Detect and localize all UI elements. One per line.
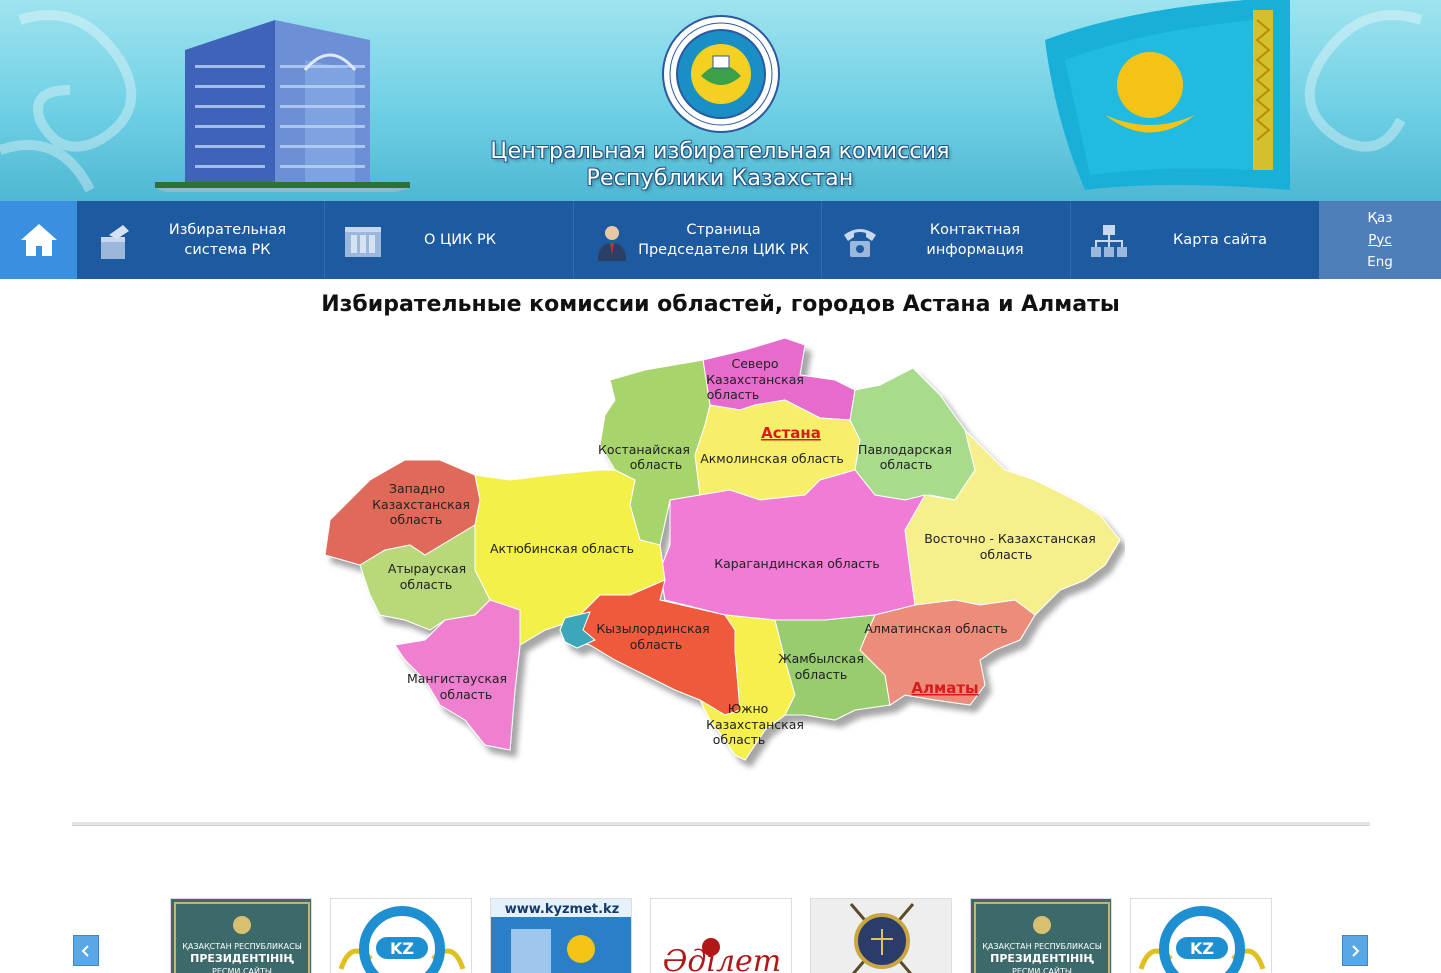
label-aktobe[interactable]: Актюбинская область [490,541,634,556]
label-astana[interactable]: Астана [761,424,821,442]
label-east-kaz[interactable]: область [980,547,1033,562]
label-akmola[interactable]: Акмолинская область [700,451,844,466]
banner-line: ПРЕЗИДЕНТІНІҢ [990,952,1094,965]
kazakhstan-regions-map: Северо Казахстанская область Астана Акмо… [324,337,1121,761]
president-site-banner-2[interactable]: ҚАЗАҚСТАН РЕСПУБЛИКАСЫ ПРЕЗИДЕНТІНІҢ РЕС… [970,898,1112,973]
nav-item-label: Избирательная система РК [168,222,287,258]
carousel-prev-button[interactable] [73,935,99,966]
banner-line: ПРЕЗИДЕНТІНІҢ [190,952,294,965]
label-zhambyl[interactable]: область [795,667,848,682]
label-almaty[interactable]: Алматы [911,679,978,697]
nav-item-label: О ЦИК РК [423,232,497,248]
home-button[interactable] [0,201,77,279]
header-title-line2: Республики Казахстан [586,166,854,191]
label-south-kaz[interactable]: Южно [728,701,769,716]
egov-banner[interactable]: KZ [330,898,472,973]
label-kostanay[interactable]: область [630,457,683,472]
label-north-kaz[interactable]: область [707,387,760,402]
nav-item-sitemap[interactable]: Карта сайта [1071,201,1319,279]
nav-item-chairman-page[interactable]: Страница Председателя ЦИК РК [574,201,822,279]
label-west-kaz[interactable]: область [390,512,443,527]
ballot-box-icon [101,225,129,259]
banner-line: РЕСМИ САЙТЫ [212,965,272,973]
label-almaty-region[interactable]: Алматинская область [864,621,1007,636]
main-nav: Избирательная система РК О ЦИК РК Страни… [0,201,1441,279]
label-east-kaz[interactable]: Восточно - Казахстанская [924,531,1096,546]
label-kyzylorda[interactable]: Кызылординская [596,621,709,636]
nav-item-label: Страница Председателя ЦИК РК [638,222,809,258]
lang-eng[interactable]: Eng [1367,253,1393,272]
label-atyrau[interactable]: Атырауская [388,561,466,576]
label-south-kaz[interactable]: Казахстанская [706,717,804,732]
chevron-left-icon [81,944,89,957]
nav-item-about-cec[interactable]: О ЦИК РК [325,201,574,279]
page-title: Избирательные комиссии областей, городов… [321,292,1120,317]
label-north-kaz[interactable]: Казахстанская [706,372,804,387]
justice-emblem-icon [849,903,915,973]
label-kostanay[interactable]: Костанайская [598,442,690,457]
label-pavlodar[interactable]: Павлодарская [858,442,952,457]
kazakhstan-flag-icon [1045,0,1290,190]
header-banner: Центральная избирательная комиссия Респу… [0,0,1441,201]
banner-line: ҚАЗАҚСТАН РЕСПУБЛИКАСЫ [982,942,1102,951]
label-west-kaz[interactable]: Казахстанская [372,497,470,512]
banner-line: ҚАЗАҚСТАН РЕСПУБЛИКАСЫ [182,942,302,951]
partner-links-carousel: ҚАЗАҚСТАН РЕСПУБЛИКАСЫ ПРЕЗИДЕНТІНІҢ РЕС… [170,898,1272,973]
ornament-right-icon [1304,10,1423,152]
adilet-banner[interactable]: Әділет [650,898,792,973]
label-karaganda[interactable]: Карагандинская область [714,556,880,571]
kyzmet-label: www.kyzmet.kz [505,902,620,917]
phone-icon [844,229,876,257]
chevron-right-icon [1352,944,1360,957]
label-north-kaz[interactable]: Северо [731,356,778,371]
section-divider [72,822,1370,826]
justice-emblem-banner[interactable] [810,898,952,973]
label-pavlodar[interactable]: область [880,457,933,472]
cec-building-icon [155,20,410,192]
ornament-left-icon [0,10,137,193]
label-kyzylorda[interactable]: область [630,637,683,652]
nav-item-contacts[interactable]: Контактная информация [822,201,1071,279]
home-icon [20,224,57,256]
lang-rus[interactable]: Рус [1368,231,1392,250]
person-icon [598,226,626,261]
banner-line: РЕСМИ САЙТЫ [1012,965,1072,973]
egov-banner-2[interactable]: KZ [1130,898,1272,973]
nav-item-label: Контактная информация [926,222,1024,258]
carousel-next-button[interactable] [1342,935,1368,966]
label-mangistau[interactable]: Мангистауская [407,671,507,686]
egov-label: KZ [390,939,414,958]
label-south-kaz[interactable]: область [713,732,766,747]
lang-kaz[interactable]: Қаз [1367,209,1392,228]
nav-item-electoral-system[interactable]: Избирательная система РК [77,201,325,279]
region-pavlodar[interactable] [849,367,976,501]
president-site-banner[interactable]: ҚАЗАҚСТАН РЕСПУБЛИКАСЫ ПРЕЗИДЕНТІНІҢ РЕС… [170,898,312,973]
language-switcher: Қаз Рус Eng [1319,201,1441,279]
nav-item-label: Карта сайта [1173,232,1267,248]
kyzmet-banner[interactable]: www.kyzmet.kz [490,898,632,973]
label-west-kaz[interactable]: Западно [389,481,445,496]
label-atyrau[interactable]: область [400,577,453,592]
header-title-line1: Центральная избирательная комиссия [490,139,950,164]
label-zhambyl[interactable]: Жамбылская [778,651,864,666]
egov-label: KZ [1190,939,1214,958]
label-mangistau[interactable]: область [440,687,493,702]
cec-seal-icon [662,15,780,133]
adilet-label: Әділет [663,944,782,973]
